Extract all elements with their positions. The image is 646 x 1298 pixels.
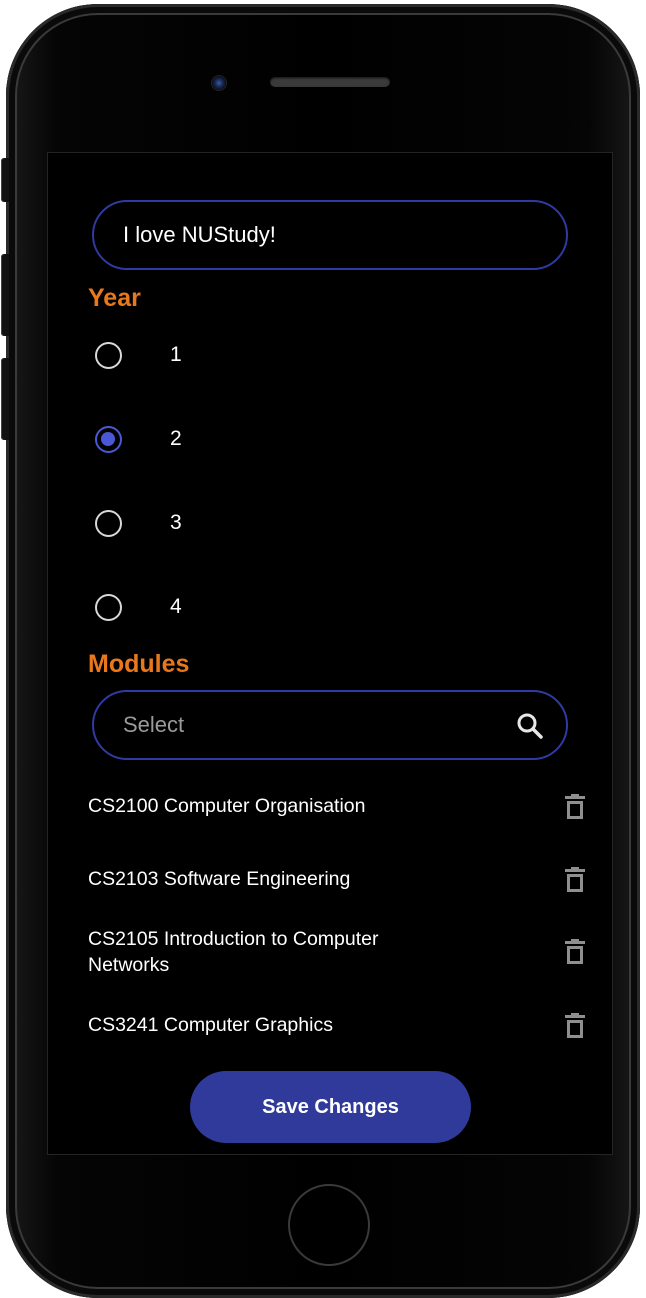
module-name: CS3241 Computer Graphics [88,1014,333,1036]
radio-label: 1 [170,343,182,366]
trash-icon[interactable] [564,939,586,965]
modules-section-title: Modules [88,650,190,678]
radio-label: 4 [170,595,182,618]
trash-icon[interactable] [564,794,586,820]
mute-switch [1,158,9,202]
year-option-2[interactable]: 2 [95,424,182,454]
radio-button[interactable] [95,593,122,621]
year-option-4[interactable]: 4 [95,592,182,622]
bio-input[interactable]: I love NUStudy! [92,200,568,270]
radio-button[interactable] [95,341,122,369]
search-icon[interactable] [516,712,544,740]
volume-up-button [1,254,9,336]
radio-label: 3 [170,511,182,534]
save-changes-button[interactable]: Save Changes [190,1071,471,1143]
home-button[interactable] [288,1184,370,1266]
module-name: CS2105 Introduction to Computer Networks [88,928,379,976]
module-search-input[interactable]: Select [92,690,568,760]
earpiece-speaker [270,77,390,87]
front-camera [211,75,227,91]
module-search-placeholder: Select [123,712,185,737]
radio-button-selected[interactable] [95,425,122,453]
module-name: CS2103 Software Engineering [88,868,351,890]
bio-input-value: I love NUStudy! [123,222,276,247]
year-option-1[interactable]: 1 [95,340,182,370]
radio-label: 2 [170,427,182,450]
module-name: CS2100 Computer Organisation [88,795,366,817]
trash-icon[interactable] [564,1013,586,1039]
trash-icon[interactable] [564,867,586,893]
year-section-title: Year [88,284,141,312]
radio-button[interactable] [95,509,122,537]
year-option-3[interactable]: 3 [95,508,182,538]
volume-down-button [1,358,9,440]
